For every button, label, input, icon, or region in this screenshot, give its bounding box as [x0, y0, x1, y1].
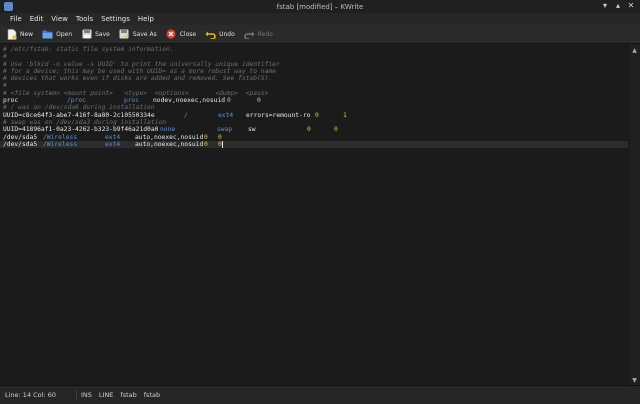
- menu-settings[interactable]: Settings: [97, 15, 134, 23]
- mount-point: none: [160, 126, 176, 134]
- fs-type: ext4: [105, 140, 121, 148]
- comment-text: # /etc/fstab: static file system informa…: [3, 46, 174, 53]
- insert-mode[interactable]: INS: [81, 391, 92, 399]
- window-controls: ▾ ▴ ✕: [600, 1, 636, 11]
- save-as-button[interactable]: Save As: [119, 29, 157, 40]
- close-document-icon: [166, 29, 177, 40]
- maximize-icon[interactable]: ▴: [613, 1, 623, 11]
- kwrite-app-icon[interactable]: [4, 2, 13, 11]
- open-button[interactable]: Open: [42, 29, 72, 40]
- open-folder-icon: [42, 29, 53, 40]
- menu-file[interactable]: File: [6, 15, 26, 23]
- text-editor-area[interactable]: # /etc/fstab: static file system informa…: [0, 45, 628, 385]
- mount-options: auto,noexec,nosuid: [135, 133, 204, 141]
- save-as-label: Save As: [132, 30, 157, 38]
- mount-options: nodev,noexec,nosuid: [153, 97, 226, 105]
- save-button[interactable]: Save: [81, 29, 110, 40]
- open-label: Open: [56, 30, 73, 38]
- dump-value: 0: [227, 97, 231, 105]
- vertical-scrollbar[interactable]: ▲ ▼: [628, 45, 640, 385]
- encoding-indicator[interactable]: fstab: [120, 391, 136, 399]
- comment-text: # devices that works even if disks are a…: [3, 75, 273, 83]
- menu-view[interactable]: View: [47, 15, 72, 23]
- title-bar: fstab [modified] – KWrite ▾ ▴ ✕: [0, 0, 640, 13]
- pass-value: 0: [218, 133, 222, 141]
- mount-point: /Wireless: [43, 140, 78, 148]
- main-toolbar: New Open Save Save As Close Undo Redo: [0, 25, 640, 44]
- file-system: UUID=c8ce64f3-abe7-416f-8a80-2c10550334e: [3, 111, 155, 119]
- pass-value: 1: [343, 111, 347, 119]
- editor-line[interactable]: #: [0, 82, 628, 89]
- save-icon: [81, 29, 92, 40]
- mount-options: errors=remount-ro: [246, 111, 311, 119]
- comment-text: # for a device; this may be used with UU…: [3, 67, 276, 75]
- cursor-position: Line: 14 Col: 60: [5, 391, 56, 399]
- menu-edit[interactable]: Edit: [26, 15, 48, 23]
- comment-text: # <file system> <mount point> <type> <op…: [3, 89, 269, 97]
- close-window-icon[interactable]: ✕: [626, 1, 636, 11]
- fs-type: swap: [217, 126, 233, 134]
- save-as-icon: [119, 29, 130, 40]
- save-label: Save: [95, 30, 110, 38]
- file-system: /dev/sda5: [3, 133, 38, 141]
- menu-bar: File Edit View Tools Settings Help: [0, 13, 640, 25]
- fs-type: ext4: [105, 133, 121, 141]
- mount-point: /: [184, 111, 188, 119]
- new-document-icon: [6, 28, 17, 40]
- selection-mode[interactable]: LINE: [99, 391, 114, 399]
- menu-tools[interactable]: Tools: [72, 15, 97, 23]
- new-button[interactable]: New: [6, 28, 34, 40]
- comment-text: # swap was on /dev/sda3 during installat…: [3, 118, 167, 126]
- window-title: fstab [modified] – KWrite: [276, 2, 364, 11]
- editor-line[interactable]: #: [0, 53, 628, 60]
- mount-options: auto,noexec,nosuid: [135, 140, 204, 148]
- comment-text: # / was on /dev/sda6 during installation: [3, 104, 155, 112]
- dump-value: 0: [315, 111, 319, 119]
- redo-icon: [244, 29, 255, 40]
- status-bar: Line: 14 Col: 60 INS LINE fstab fstab: [0, 385, 640, 404]
- comment-text: # Use 'blkid -o value -s UUID' to print …: [3, 60, 280, 68]
- redo-button[interactable]: Redo: [244, 29, 273, 40]
- scroll-down-icon[interactable]: ▼: [629, 375, 640, 385]
- minimize-icon[interactable]: ▾: [600, 1, 610, 11]
- fs-type: ext4: [218, 111, 234, 119]
- filetype-indicator[interactable]: fstab: [144, 391, 160, 399]
- editor-line[interactable]: # Use 'blkid -o value -s UUID' to print …: [0, 61, 628, 68]
- mount-options: sw: [248, 126, 256, 134]
- file-system: UUID=41896af1-0a23-4262-b323-b9f46a21d0a…: [3, 126, 159, 134]
- dump-value: 0: [307, 126, 311, 134]
- dump-value: 0: [204, 133, 208, 141]
- editor-line[interactable]: # / was on /dev/sda6 during installation: [0, 104, 628, 111]
- dump-value: 0: [204, 140, 208, 148]
- menu-help[interactable]: Help: [134, 15, 158, 23]
- pass-value: 0: [334, 126, 338, 134]
- comment-text: #: [3, 53, 7, 61]
- editor-line[interactable]: # /etc/fstab: static file system informa…: [0, 46, 628, 53]
- undo-label: Undo: [219, 30, 235, 38]
- scroll-up-icon[interactable]: ▲: [629, 45, 640, 55]
- pass-value: 0: [257, 97, 261, 105]
- status-divider: [76, 389, 77, 401]
- close-button[interactable]: Close: [166, 29, 196, 40]
- mount-point: /Wireless: [43, 133, 78, 141]
- editor-line[interactable]: UUID=c8ce64f3-abe7-416f-8a80-2c10550334e…: [0, 112, 628, 119]
- comment-text: #: [3, 82, 7, 90]
- editor-line[interactable]: /dev/sda5/Wireless ext4 auto,noexec,nosuid…: [0, 140, 628, 149]
- text-caret: [222, 140, 223, 148]
- editor-line[interactable]: # <file system> <mount point> <type> <op…: [0, 90, 628, 97]
- editor-line[interactable]: UUID=41896af1-0a23-4262-b323-b9f46a21d0a…: [0, 126, 628, 133]
- undo-button[interactable]: Undo: [205, 29, 235, 40]
- editor-line[interactable]: # swap was on /dev/sda3 during installat…: [0, 119, 628, 126]
- undo-icon: [205, 29, 216, 40]
- redo-label: Redo: [257, 30, 273, 38]
- editor-line[interactable]: # devices that works even if disks are a…: [0, 75, 628, 82]
- file-system: /dev/sda5: [3, 140, 38, 148]
- editor-line[interactable]: /dev/sda5/Wireless ext4 auto,noexec,nosuid…: [0, 134, 628, 141]
- close-label: Close: [179, 30, 197, 38]
- new-label: New: [20, 30, 34, 38]
